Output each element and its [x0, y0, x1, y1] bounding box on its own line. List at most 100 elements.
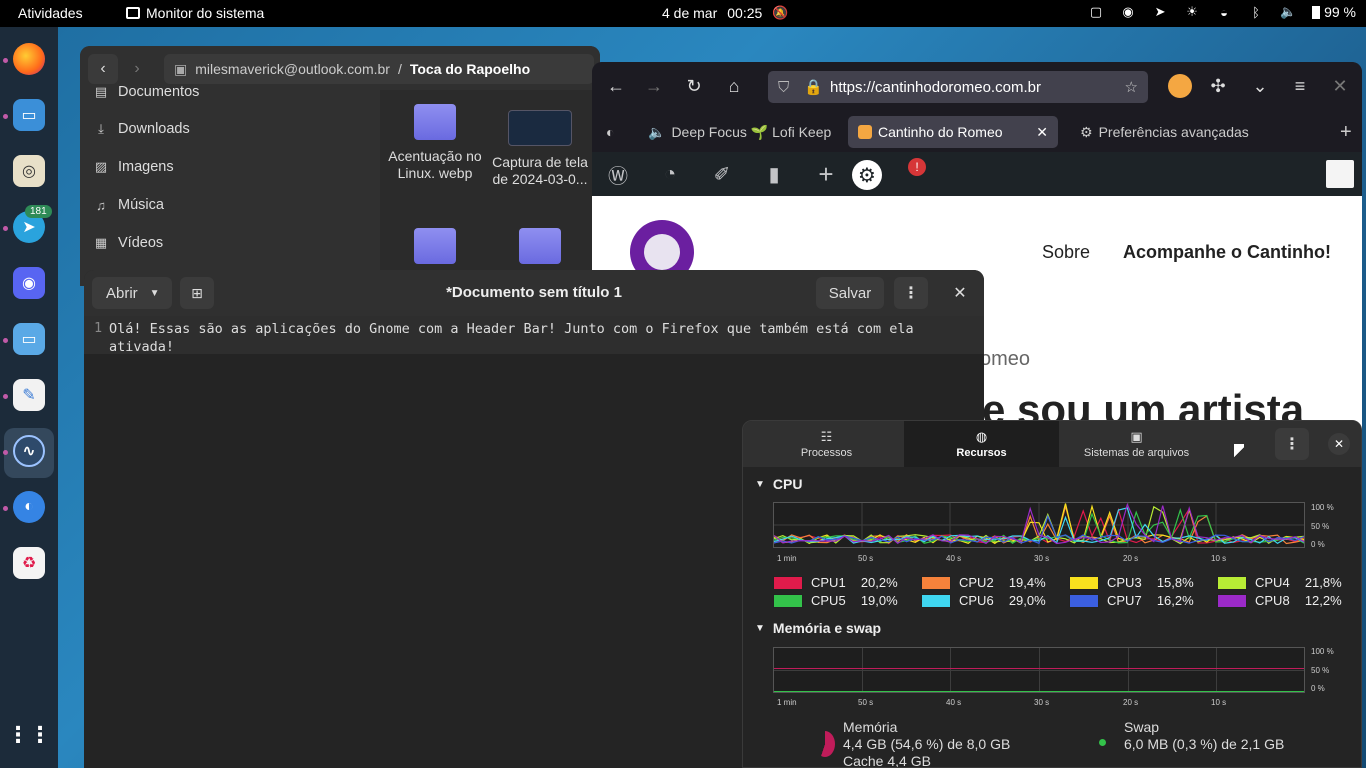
wordpress-icon[interactable]: Ⓦ — [604, 160, 632, 188]
menu-button[interactable]: ⋮ — [1275, 428, 1309, 460]
sidebar-item-imagens[interactable]: ▨ Imagens — [94, 159, 174, 175]
tab-sistemas-de-arquivos[interactable]: ▣ Sistemas de arquivos — [1059, 421, 1214, 467]
profile-avatar[interactable] — [1168, 74, 1192, 98]
battery-indicator: 99 % — [1312, 4, 1356, 20]
clock[interactable]: 4 de mar 00:25 🔕 — [662, 5, 788, 21]
brightness-icon: ☀ — [1186, 4, 1198, 19]
sidebar-item-videos[interactable]: ▦ Vídeos — [94, 235, 163, 251]
y-tick: 50 % — [1311, 666, 1330, 675]
new-tab-button[interactable]: + — [1330, 116, 1362, 148]
path-account[interactable]: milesmaverick@outlook.com.br — [195, 61, 390, 77]
color-swatch[interactable] — [773, 593, 803, 608]
toggle-icon[interactable]: ◐ — [13, 491, 45, 523]
color-swatch[interactable] — [1069, 593, 1099, 608]
back-button[interactable]: ‹ — [88, 54, 118, 84]
list-all-tabs-button[interactable]: ⌄ — [1248, 74, 1272, 98]
home-button[interactable]: ⌂ — [722, 74, 746, 98]
new-document-button[interactable]: ⊞ — [180, 277, 214, 309]
cpu-section-header[interactable]: ▼ CPU — [755, 476, 802, 492]
color-swatch[interactable] — [1069, 575, 1099, 590]
folder-icon[interactable]: ▭ — [13, 323, 45, 355]
file-item[interactable] — [385, 228, 485, 272]
music-icon: ♫ — [96, 197, 106, 213]
customize-icon[interactable]: ✐ — [708, 160, 736, 188]
color-swatch[interactable] — [921, 593, 951, 608]
files-window: ‹ › ▣ milesmaverick@outlook.com.br / Toc… — [80, 46, 600, 286]
clipboard-icon[interactable]: ▢ — [1088, 4, 1104, 20]
activities-button[interactable]: Atividades — [18, 5, 83, 21]
y-tick: 50 % — [1311, 522, 1330, 531]
save-button[interactable]: Salvar — [816, 277, 884, 309]
file-item[interactable]: Captura de tela de 2024-03-0... — [490, 110, 590, 188]
menu-button[interactable]: ≡ — [1288, 74, 1312, 98]
lock-icon: 🔒 — [804, 79, 823, 96]
path-separator: / — [397, 61, 402, 77]
telegram-icon[interactable]: ➤ — [1152, 4, 1168, 20]
memory-section-header[interactable]: ▼ Memória e swap — [755, 620, 881, 636]
color-swatch[interactable] — [921, 575, 951, 590]
clock-date: 4 de mar — [662, 5, 718, 21]
cpu-percent: 19,0% — [860, 593, 898, 608]
dashboard-icon[interactable]: ◔ — [656, 160, 684, 188]
new-content-icon[interactable]: + — [812, 159, 840, 189]
file-item[interactable] — [490, 228, 590, 272]
files-icon[interactable]: ▭ — [13, 99, 45, 131]
close-tab-icon[interactable]: ✕ — [1036, 124, 1048, 141]
reload-button[interactable]: ↻ — [682, 74, 706, 98]
app-grid-icon[interactable]: ⋮⋮ — [7, 719, 51, 751]
menu-button[interactable]: ⋮ — [894, 277, 928, 309]
alert-icon[interactable]: ! — [908, 158, 926, 176]
extensions-button[interactable]: ✣ — [1206, 74, 1230, 98]
tab-cantinho[interactable]: Cantinho do Romeo ✕ — [848, 116, 1058, 148]
url-bar[interactable]: ⛉ 🔒 https://cantinhodoromeo.com.br ☆ — [768, 71, 1148, 103]
system-tray[interactable]: ▢ ◉ ➤ ☀ ◒ ᛒ 🔈 99 % — [1088, 4, 1356, 20]
app-menu-label: Monitor do sistema — [146, 5, 265, 21]
settings-gear-icon[interactable]: ⚙ — [852, 160, 882, 190]
color-swatch[interactable] — [773, 575, 803, 590]
x-tick: 30 s — [1034, 698, 1050, 707]
forward-button[interactable]: → — [642, 74, 666, 98]
sysmon-header-bar: ☷ Processos ◍ Recursos ▣ Sistemas de arq… — [743, 421, 1361, 467]
editor-header-bar: Abrir ▼ ⊞ *Documento sem título 1 Salvar… — [84, 270, 984, 316]
close-button[interactable]: ✕ — [1328, 433, 1350, 455]
video-icon: ▦ — [94, 235, 108, 250]
user-avatar[interactable] — [1326, 160, 1354, 188]
sidebar-item-downloads[interactable]: ⤓ Downloads — [94, 121, 190, 137]
rhythmbox-icon[interactable]: ◎ — [13, 155, 45, 187]
trash-icon[interactable]: ♻ — [13, 547, 45, 579]
star-icon[interactable]: ☆ — [1125, 78, 1138, 96]
firefox-icon[interactable] — [13, 43, 45, 75]
path-current-folder[interactable]: Toca do Rapoelho — [410, 61, 530, 77]
system-monitor-dock-icon[interactable]: ∿ — [13, 435, 45, 467]
tab-processos[interactable]: ☷ Processos — [749, 421, 904, 467]
app-menu[interactable]: Monitor do sistema — [126, 5, 264, 21]
tab-recursos[interactable]: ◍ Recursos — [904, 421, 1059, 467]
close-button[interactable]: ✕ — [946, 277, 974, 309]
forward-button[interactable]: › — [122, 54, 152, 84]
comments-icon[interactable]: ▮ — [760, 160, 788, 188]
memory-info: Memória 4,4 GB (54,6 %) de 8,0 GB Cache … — [843, 719, 1010, 767]
file-item[interactable]: Acentuação no Linux. webp — [385, 104, 485, 182]
color-swatch[interactable] — [1217, 593, 1247, 608]
text-editor-icon[interactable]: ✎ — [13, 379, 45, 411]
cpu-section-title: CPU — [772, 476, 803, 492]
tab-preferencias[interactable]: ⚙ Preferências avançadas — [1070, 116, 1259, 148]
document-text[interactable]: Olá! Essas são as aplicações do Gnome co… — [109, 320, 974, 356]
back-button[interactable]: ← — [604, 74, 628, 98]
tab-deep-focus[interactable]: 🔈 Deep Focus 🌱 Lofi Keep — [638, 116, 841, 148]
running-indicator — [3, 58, 8, 63]
color-swatch[interactable] — [1217, 575, 1247, 590]
discord-dock-icon[interactable]: ◉ — [13, 267, 45, 299]
open-button[interactable]: Abrir ▼ — [92, 277, 172, 309]
sidebar-item-musica[interactable]: ♫ Música — [94, 197, 164, 213]
close-window-button[interactable]: ✕ — [1328, 74, 1352, 98]
nav-link-sobre[interactable]: Sobre — [1042, 242, 1090, 263]
discord-icon[interactable]: ◉ — [1120, 4, 1136, 20]
tab-pinned[interactable]: ◐ — [596, 116, 624, 148]
nav-link-acompanhe[interactable]: Acompanhe o Cantinho! — [1123, 242, 1331, 263]
cpu-legend-item: CPU8 12,2% — [1217, 593, 1342, 608]
path-bar[interactable]: ▣ milesmaverick@outlook.com.br / Toca do… — [164, 54, 594, 84]
sidebar-item-documentos[interactable]: ▤ Documentos — [94, 84, 200, 100]
open-label: Abrir — [106, 284, 138, 302]
gridline — [1216, 648, 1217, 692]
